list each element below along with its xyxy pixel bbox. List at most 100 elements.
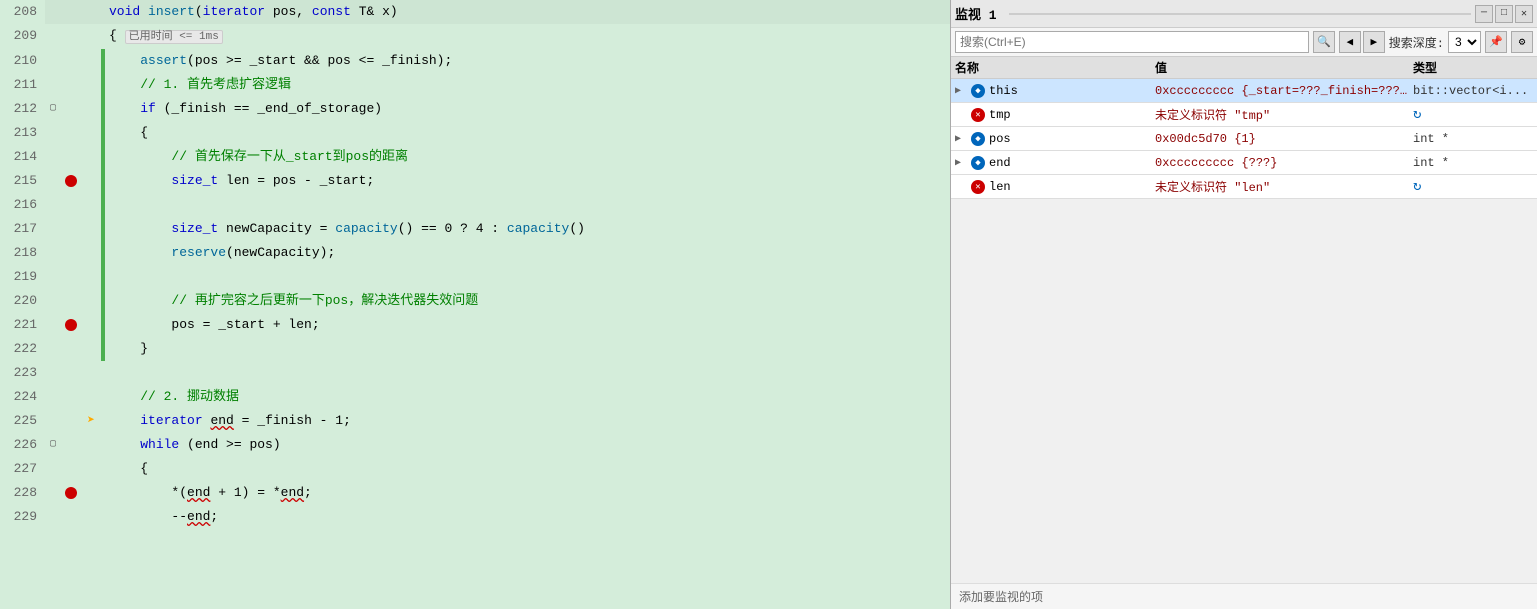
execution-arrow xyxy=(81,121,101,145)
pin-button[interactable]: 📌 xyxy=(1485,31,1507,53)
watch-error-icon: ✕ xyxy=(971,180,985,194)
breakpoint-area[interactable] xyxy=(61,505,81,529)
execution-arrow xyxy=(81,49,101,73)
breakpoint-area[interactable] xyxy=(61,457,81,481)
breakpoint-area[interactable] xyxy=(61,169,81,193)
breakpoint-area[interactable] xyxy=(61,337,81,361)
line-number: 217 xyxy=(0,217,45,241)
watch-header: 监视 1 ─ □ ✕ xyxy=(951,0,1537,28)
search-input[interactable] xyxy=(955,31,1309,53)
depth-select[interactable]: 3 1 2 4 5 xyxy=(1448,31,1481,53)
breakpoint-area[interactable] xyxy=(61,433,81,457)
code-line: 209{ 已用时间 <= 1ms xyxy=(0,24,950,49)
line-content: if (_finish == _end_of_storage) xyxy=(105,97,950,121)
collapse-button[interactable]: ▢ xyxy=(45,433,61,457)
execution-arrow xyxy=(81,24,101,49)
breakpoint-area[interactable] xyxy=(61,73,81,97)
breakpoint-area[interactable] xyxy=(61,313,81,337)
minimize-button[interactable]: ─ xyxy=(1475,5,1493,23)
line-number: 219 xyxy=(0,265,45,289)
execution-arrow xyxy=(81,145,101,169)
watch-type-cell: int * xyxy=(1413,132,1533,146)
breakpoint-area[interactable] xyxy=(61,385,81,409)
code-line: 220 // 再扩完容之后更新一下pos，解决迭代器失效问题 xyxy=(0,289,950,313)
add-watch-item[interactable]: 添加要监视的项 xyxy=(951,583,1537,609)
line-content: // 1. 首先考虑扩容逻辑 xyxy=(105,73,950,97)
watch-name-cell: ✕len xyxy=(955,180,1155,194)
breakpoint-area[interactable] xyxy=(61,145,81,169)
line-number: 223 xyxy=(0,361,45,385)
breakpoint-area[interactable] xyxy=(61,97,81,121)
execution-arrow xyxy=(81,361,101,385)
refresh-icon[interactable]: ↻ xyxy=(1413,179,1421,195)
breakpoint-area[interactable] xyxy=(61,49,81,73)
watch-type-cell: int * xyxy=(1413,156,1533,170)
watch-name-cell: ▶◆pos xyxy=(955,132,1155,146)
collapse-button xyxy=(45,361,61,385)
watch-value-cell: 0xccccccccc {???} xyxy=(1155,156,1413,170)
execution-arrow xyxy=(81,193,101,217)
expand-arrow-icon[interactable]: ▶ xyxy=(955,85,967,97)
line-content: { xyxy=(105,457,950,481)
breakpoint-area[interactable] xyxy=(61,409,81,433)
watch-table-header: 名称 值 类型 xyxy=(951,57,1537,79)
next-result-button[interactable]: ▶ xyxy=(1363,31,1385,53)
code-line: 212▢ if (_finish == _end_of_storage) xyxy=(0,97,950,121)
line-content: iterator end = _finish - 1; xyxy=(105,409,950,433)
expand-arrow-icon[interactable]: ▶ xyxy=(955,133,967,145)
watch-row-len[interactable]: ✕len未定义标识符 "len"↻ xyxy=(951,175,1537,199)
collapse-button xyxy=(45,481,61,505)
breakpoint-area[interactable] xyxy=(61,289,81,313)
collapse-button xyxy=(45,409,61,433)
code-line: 227 { xyxy=(0,457,950,481)
collapse-button xyxy=(45,241,61,265)
execution-arrow xyxy=(81,385,101,409)
line-number: 224 xyxy=(0,385,45,409)
execution-arrow xyxy=(81,97,101,121)
search-bar: 🔍 ◀ ▶ 搜索深度: 3 1 2 4 5 📌 ⚙ xyxy=(951,28,1537,57)
execution-arrow xyxy=(81,0,101,24)
expand-arrow-icon[interactable]: ▶ xyxy=(955,157,967,169)
breakpoint-area[interactable] xyxy=(61,481,81,505)
watch-var-name: end xyxy=(989,156,1011,170)
watch-var-icon: ◆ xyxy=(971,132,985,146)
breakpoint-area[interactable] xyxy=(61,121,81,145)
execution-arrow xyxy=(81,313,101,337)
watch-row-end[interactable]: ▶◆end0xccccccccc {???}int * xyxy=(951,151,1537,175)
search-button[interactable]: 🔍 xyxy=(1313,31,1335,53)
breakpoint-area[interactable] xyxy=(61,361,81,385)
maximize-button[interactable]: □ xyxy=(1495,5,1513,23)
code-line: 222 } xyxy=(0,337,950,361)
collapse-button[interactable]: ▢ xyxy=(45,97,61,121)
breakpoint-area[interactable] xyxy=(61,265,81,289)
collapse-button xyxy=(45,313,61,337)
close-button[interactable]: ✕ xyxy=(1515,5,1533,23)
collapse-button xyxy=(45,24,61,49)
line-number: 229 xyxy=(0,505,45,529)
prev-result-button[interactable]: ◀ xyxy=(1339,31,1361,53)
breakpoint-area[interactable] xyxy=(61,0,81,24)
breakpoint-area[interactable] xyxy=(61,217,81,241)
settings-button[interactable]: ⚙ xyxy=(1511,31,1533,53)
code-line: 217 size_t newCapacity = capacity() == 0… xyxy=(0,217,950,241)
watch-row-this[interactable]: ▶◆this0xccccccccc {_start=???_finish=???… xyxy=(951,79,1537,103)
line-number: 215 xyxy=(0,169,45,193)
watch-row-tmp[interactable]: ✕tmp未定义标识符 "tmp"↻ xyxy=(951,103,1537,127)
breakpoint-area[interactable] xyxy=(61,241,81,265)
collapse-button xyxy=(45,505,61,529)
depth-label: 搜索深度: xyxy=(1389,34,1444,51)
execution-arrow xyxy=(81,505,101,529)
breakpoint-area[interactable] xyxy=(61,24,81,49)
watch-value-cell: 0xccccccccc {_start=???_finish=???_end_.… xyxy=(1155,84,1413,98)
code-line: 226▢ while (end >= pos) xyxy=(0,433,950,457)
collapse-button xyxy=(45,217,61,241)
execution-arrow xyxy=(81,289,101,313)
watch-value-cell: 未定义标识符 "tmp" xyxy=(1155,106,1413,123)
line-content: void insert(iterator pos, const T& x) xyxy=(105,0,950,24)
refresh-icon[interactable]: ↻ xyxy=(1413,107,1421,123)
watch-value-cell: 0x00dc5d70 {1} xyxy=(1155,132,1413,146)
watch-row-pos[interactable]: ▶◆pos0x00dc5d70 {1}int * xyxy=(951,127,1537,151)
line-content: assert(pos >= _start && pos <= _finish); xyxy=(105,49,950,73)
code-line: 210 assert(pos >= _start && pos <= _fini… xyxy=(0,49,950,73)
breakpoint-area[interactable] xyxy=(61,193,81,217)
